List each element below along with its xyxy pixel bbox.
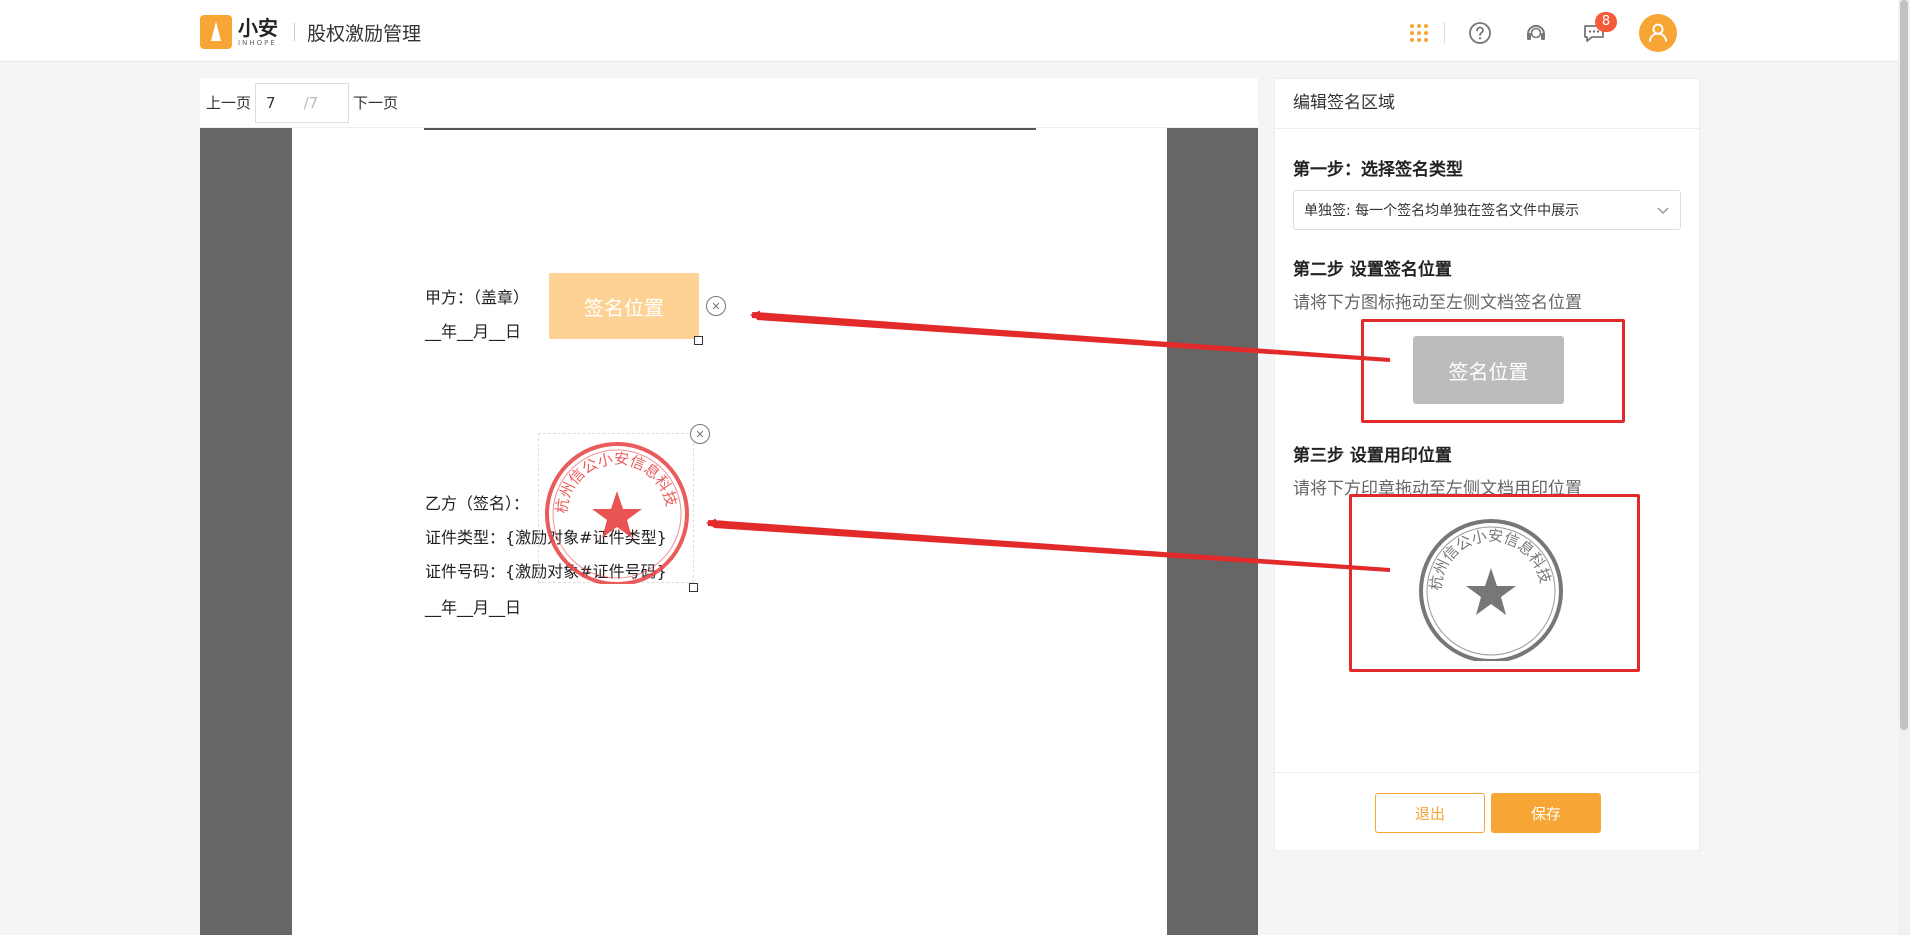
user-avatar-icon[interactable] [1639, 14, 1677, 52]
toolbar-divider [1444, 22, 1445, 44]
pager: 上一页 7 /7 下一页 [200, 78, 1258, 128]
seal-resize-handle[interactable] [689, 583, 698, 592]
signature-type-value: 单独签: 每一个签名均单独在签名文件中展示 [1304, 203, 1580, 219]
step2-description: 请将下方图标拖动至左侧文档签名位置 [1293, 293, 1582, 313]
logo-divider [294, 23, 295, 41]
signature-resize-handle[interactable] [694, 336, 703, 345]
logo-subtitle: INHOPE [238, 38, 277, 47]
logo-name: 小安 [238, 15, 278, 40]
help-icon[interactable] [1463, 16, 1497, 50]
party-b-label: 乙方（签名）： [425, 494, 530, 513]
panel-title: 编辑签名区域 [1275, 79, 1699, 129]
logo[interactable]: 小安 INHOPE 股权激励管理 [200, 15, 421, 49]
apps-grid-icon[interactable] [1402, 16, 1436, 50]
placed-signature-box[interactable]: 签名位置 [549, 273, 699, 339]
remove-seal-icon[interactable]: ✕ [690, 424, 710, 444]
draggable-seal[interactable]: 杭州信公小安信息科技有限公司 [1405, 497, 1569, 663]
draggable-signature-box[interactable]: 签名位置 [1413, 336, 1564, 404]
party-a-label: 甲方：（盖章） [425, 288, 530, 307]
step2-title: 第二步 设置签名位置 [1293, 260, 1452, 280]
page-top-rule [424, 128, 1036, 130]
panel-footer: 退出 保存 [1275, 772, 1699, 850]
red-seal-icon: 杭州信公小安信息科技有限公司 [531, 420, 689, 586]
document-viewer: 上一页 7 /7 下一页 甲方：（盖章） __年__月__日 签名位置 ✕ 乙方… [200, 78, 1258, 935]
document-page: 甲方：（盖章） __年__月__日 签名位置 ✕ 乙方（签名）： 证件类型：{激… [292, 128, 1167, 935]
chevron-down-icon [1657, 207, 1669, 215]
party-b-date: __年__月__日 [425, 598, 522, 617]
step1-title: 第一步：选择签名类型 [1293, 160, 1463, 180]
logo-text: 小安 INHOPE [238, 18, 278, 47]
total-pages: /7 [303, 93, 319, 112]
logo-mark-icon [200, 15, 232, 49]
scrollbar-thumb[interactable] [1900, 0, 1908, 730]
page-number-input[interactable]: 7 /7 [255, 82, 350, 123]
party-a-date: __年__月__日 [425, 322, 522, 341]
placed-seal-frame[interactable]: 杭州信公小安信息科技有限公司 [531, 420, 694, 586]
notification-badge: 8 [1595, 12, 1617, 32]
current-page: 7 [266, 93, 276, 112]
gray-seal-icon: 杭州信公小安信息科技有限公司 [1405, 497, 1563, 663]
signature-settings-panel: 编辑签名区域 第一步：选择签名类型 单独签: 每一个签名均单独在签名文件中展示 … [1274, 78, 1700, 851]
page-title: 股权激励管理 [307, 22, 422, 45]
save-button[interactable]: 保存 [1491, 793, 1601, 833]
top-header: 小安 INHOPE 股权激励管理 8 [0, 0, 1898, 62]
close-icon: ✕ [711, 299, 721, 313]
exit-button[interactable]: 退出 [1375, 793, 1485, 833]
close-icon: ✕ [695, 427, 705, 441]
document-canvas: 甲方：（盖章） __年__月__日 签名位置 ✕ 乙方（签名）： 证件类型：{激… [200, 128, 1258, 935]
header-toolbar: 8 [1402, 12, 1677, 52]
remove-signature-icon[interactable]: ✕ [706, 296, 726, 316]
signature-type-select[interactable]: 单独签: 每一个签名均单独在签名文件中展示 [1293, 190, 1681, 230]
page-scrollbar[interactable] [1898, 0, 1910, 935]
step3-title: 第三步 设置用印位置 [1293, 446, 1452, 466]
message-icon[interactable]: 8 [1577, 12, 1617, 50]
headset-icon[interactable] [1519, 16, 1553, 50]
next-page-button[interactable]: 下一页 [353, 92, 398, 113]
prev-page-button[interactable]: 上一页 [206, 92, 251, 113]
